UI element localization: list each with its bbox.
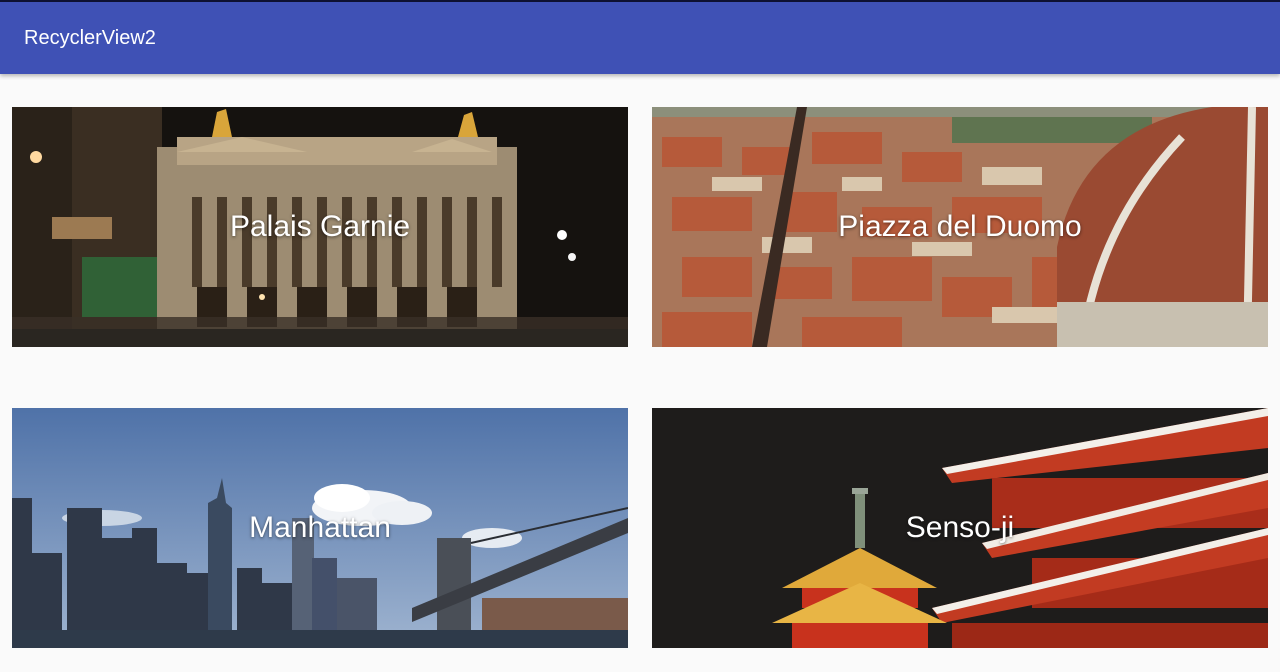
card-piazza-del-duomo[interactable]: Piazza del Duomo: [652, 107, 1268, 347]
card-label-palais-garnier: Palais Garnie: [229, 210, 411, 243]
recycler-grid[interactable]: Palais Garnie Piazza del Duomo Manhattan…: [0, 74, 1280, 672]
card-label-senso-ji: Senso-ji: [905, 511, 1015, 544]
card-label-manhattan: Manhattan: [249, 511, 391, 544]
card-senso-ji[interactable]: Senso-ji: [652, 408, 1268, 648]
card-palais-garnier[interactable]: Palais Garnie: [12, 107, 628, 347]
app-title: RecyclerView2: [24, 27, 156, 49]
app-bar: RecyclerView2: [0, 2, 1280, 74]
card-label-piazza-del-duomo: Piazza del Duomo: [838, 210, 1082, 243]
card-manhattan[interactable]: Manhattan: [12, 408, 628, 648]
